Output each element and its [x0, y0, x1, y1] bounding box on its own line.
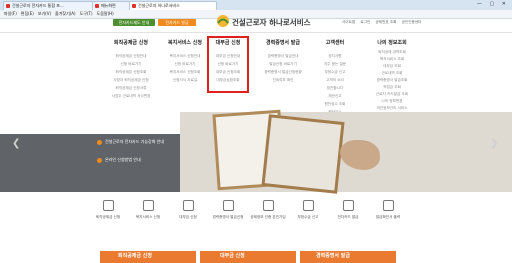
coin-icon — [102, 200, 114, 211]
gnb-head-support[interactable]: 고객센터 — [312, 39, 358, 46]
quick-item-print[interactable]: 발급확인서 출력 — [368, 200, 408, 220]
login-link[interactable]: 로그인 — [360, 20, 370, 24]
hero-picture-frame — [261, 114, 345, 194]
site-logo-text[interactable]: 건설근로자 하나로서비스 — [232, 17, 311, 28]
gnb-sub-item[interactable]: 근로자 카드발급 조회 — [362, 91, 422, 98]
gnb-sub-item[interactable]: 신청서식 자료실 — [160, 76, 210, 84]
certificate-center-link[interactable]: 공인인증센터 — [402, 20, 422, 24]
header-divider — [0, 32, 512, 33]
gnb-sub-item[interactable]: 사업주 근로내역 서식변경 — [100, 92, 162, 100]
menu-help[interactable]: 도움말(H) — [97, 11, 114, 16]
gnb-head-myinfo[interactable]: 나의 정보조회 — [362, 39, 422, 46]
gnb-sub-item[interactable]: 자주 묻는 질문 — [312, 60, 358, 68]
quick-item-loan[interactable]: 대부금 신청 — [168, 200, 208, 220]
gnb-sub-item[interactable]: 복지서비스 신청조회 — [160, 68, 210, 76]
id-card-icon — [262, 200, 274, 211]
gnb-sub-item[interactable]: 근로내역 조회 — [362, 70, 422, 77]
site-favicon-icon — [95, 4, 99, 8]
site-favicon-icon — [132, 4, 136, 8]
hero-notice-line[interactable]: 건설근로자 전자카드 기능강화 안내 — [97, 139, 164, 145]
gnb-sub-item[interactable]: 적립금 조회 — [362, 84, 422, 91]
gnb-column-career: 경력증명서 발급 경력증명서 발급안내 발급신청 바로가기 경력증명서 발급신청… — [256, 39, 310, 84]
browser-tab-active[interactable]: 건설근로자 하나로서비스 — [129, 1, 217, 10]
quick-item-report[interactable]: 부정수급 신고 — [288, 200, 328, 220]
gnb-head-retirement[interactable]: 퇴직공제금 신청 — [100, 39, 162, 46]
e-card-guide-button[interactable]: 전자카드제도 안내 — [113, 19, 155, 26]
sitemap-link[interactable]: 사이트맵 — [342, 20, 355, 24]
quick-item-signup[interactable]: 공제정보 인증 본인가입 — [248, 200, 288, 220]
bottom-banner-title: 경력증명서 발급 — [316, 253, 350, 259]
menu-file[interactable]: 파일(F) — [4, 11, 17, 16]
gnb-sub-item[interactable]: 퇴직공제금 신청조회 — [100, 68, 162, 76]
bullet-icon — [97, 139, 102, 145]
window-controls[interactable]: — ▢ ✕ — [477, 1, 509, 7]
menu-favorites[interactable]: 즐겨찾기(A) — [55, 11, 76, 16]
gnb-sub-item[interactable]: 개인정보관리 서비스 — [362, 105, 422, 112]
hero-notice-line[interactable]: 온라인 신청방법 안내 — [97, 157, 141, 163]
warning-icon — [302, 200, 314, 211]
menu-edit[interactable]: 편집(E) — [21, 11, 34, 16]
quick-item-welfare[interactable]: 복지서비스 신청 — [128, 200, 168, 220]
gnb-sub-item[interactable]: 공지사항 — [312, 52, 358, 60]
site-logo-icon[interactable] — [215, 14, 231, 28]
gnb-head-career[interactable]: 경력증명서 발급 — [256, 39, 310, 46]
member-number-lookup-link[interactable]: 공제번호 조회 — [375, 20, 396, 24]
gnb-sub-item[interactable]: 신청 바로가기 — [100, 60, 162, 68]
document-icon — [182, 200, 194, 211]
gnb-sub-item[interactable]: 원천징수 조회 — [312, 100, 358, 108]
site-favicon-icon — [6, 4, 10, 8]
slide-prev-arrow-icon[interactable]: ❮ — [12, 138, 20, 149]
menu-tools[interactable]: 도구(T) — [80, 11, 93, 16]
card-icon — [342, 200, 354, 211]
bottom-banner-loan[interactable] — [200, 251, 296, 263]
gnb-sub-item[interactable]: 경력증명서 발급조회 — [362, 77, 422, 84]
menu-view[interactable]: 보기(V) — [38, 11, 51, 16]
gnb-sub-item[interactable]: 복지서비스 조회 — [362, 56, 422, 63]
gnb-sub-item[interactable]: 진위여부 확인 — [256, 76, 310, 84]
gnb-sub-item[interactable]: 퇴직공제금 신청안내 — [100, 52, 162, 60]
certificate-icon — [222, 200, 234, 211]
quick-item-career[interactable]: 경력증명서 발급신청 — [208, 200, 248, 220]
gnb-sub-item[interactable]: 경력증명서 발급안내 — [256, 52, 310, 60]
gnb-column-welfare: 복지서비스 신청 복지서비스 신청안내 신청 바로가기 복지서비스 신청조회 신… — [160, 39, 210, 84]
bottom-banner-title: 대부금 신청 — [220, 253, 245, 259]
print-icon — [382, 200, 394, 211]
gnb-sub-item[interactable]: 신청 바로가기 — [160, 60, 210, 68]
gnb-column-support: 고객센터 공지사항 자주 묻는 질문 부정수급 신고 고객의 소리 칭찬합시다 … — [312, 39, 358, 116]
gnb-sub-item[interactable]: 제안신고 — [312, 92, 358, 100]
e-card-issue-button[interactable]: 전자카드 발급 — [158, 19, 196, 26]
gnb-sub-item[interactable]: 고객의 소리 — [312, 76, 358, 84]
bullet-icon — [97, 157, 102, 163]
gnb-head-welfare[interactable]: 복지서비스 신청 — [160, 39, 210, 46]
gnb-sub-item[interactable]: 발급신청 바로가기 — [256, 60, 310, 68]
gnb-sub-item[interactable]: 칭찬합시다 — [312, 84, 358, 92]
loan-menu-highlight-box — [207, 36, 249, 93]
gnb-sub-item[interactable]: 퇴직공제금 신청서류 — [100, 84, 162, 92]
browser-tab[interactable]: 건설근로자 전자카드 통합 포... — [3, 1, 99, 10]
gnb-column-retirement: 퇴직공제금 신청 퇴직공제금 신청안내 신청 바로가기 퇴직공제금 신청조회 사… — [100, 39, 162, 100]
gnb-sub-item[interactable]: 경력증명서 발급신청현황 — [256, 68, 310, 76]
gnb-sub-item[interactable]: 나의 정보변경 — [362, 98, 422, 105]
gnb-sub-item[interactable]: 복지서비스 신청안내 — [160, 52, 210, 60]
gnb-sub-item[interactable]: 부정수급 신고 — [312, 68, 358, 76]
bottom-banner-title: 퇴직공제금 신청 — [118, 253, 152, 259]
gnb-sub-item[interactable]: 사망자 퇴직공제금 신청 — [100, 76, 162, 84]
gnb-sub-item[interactable]: 퇴직공제 내역조회 — [362, 49, 422, 56]
quick-item-retirement[interactable]: 퇴직공제금 신청 — [88, 200, 128, 220]
gnb-sub-item[interactable]: 대부금 조회 — [362, 63, 422, 70]
gnb-column-myinfo: 나의 정보조회 퇴직공제 내역조회 복지서비스 조회 대부금 조회 근로내역 조… — [362, 39, 422, 119]
quick-item-card[interactable]: 전자카드 발급 — [328, 200, 368, 220]
slide-next-arrow-icon[interactable]: ❯ — [490, 138, 498, 149]
heart-icon — [142, 200, 154, 211]
utility-links: 사이트맵 로그인 공제번호 조회 공인인증센터 — [342, 20, 425, 25]
